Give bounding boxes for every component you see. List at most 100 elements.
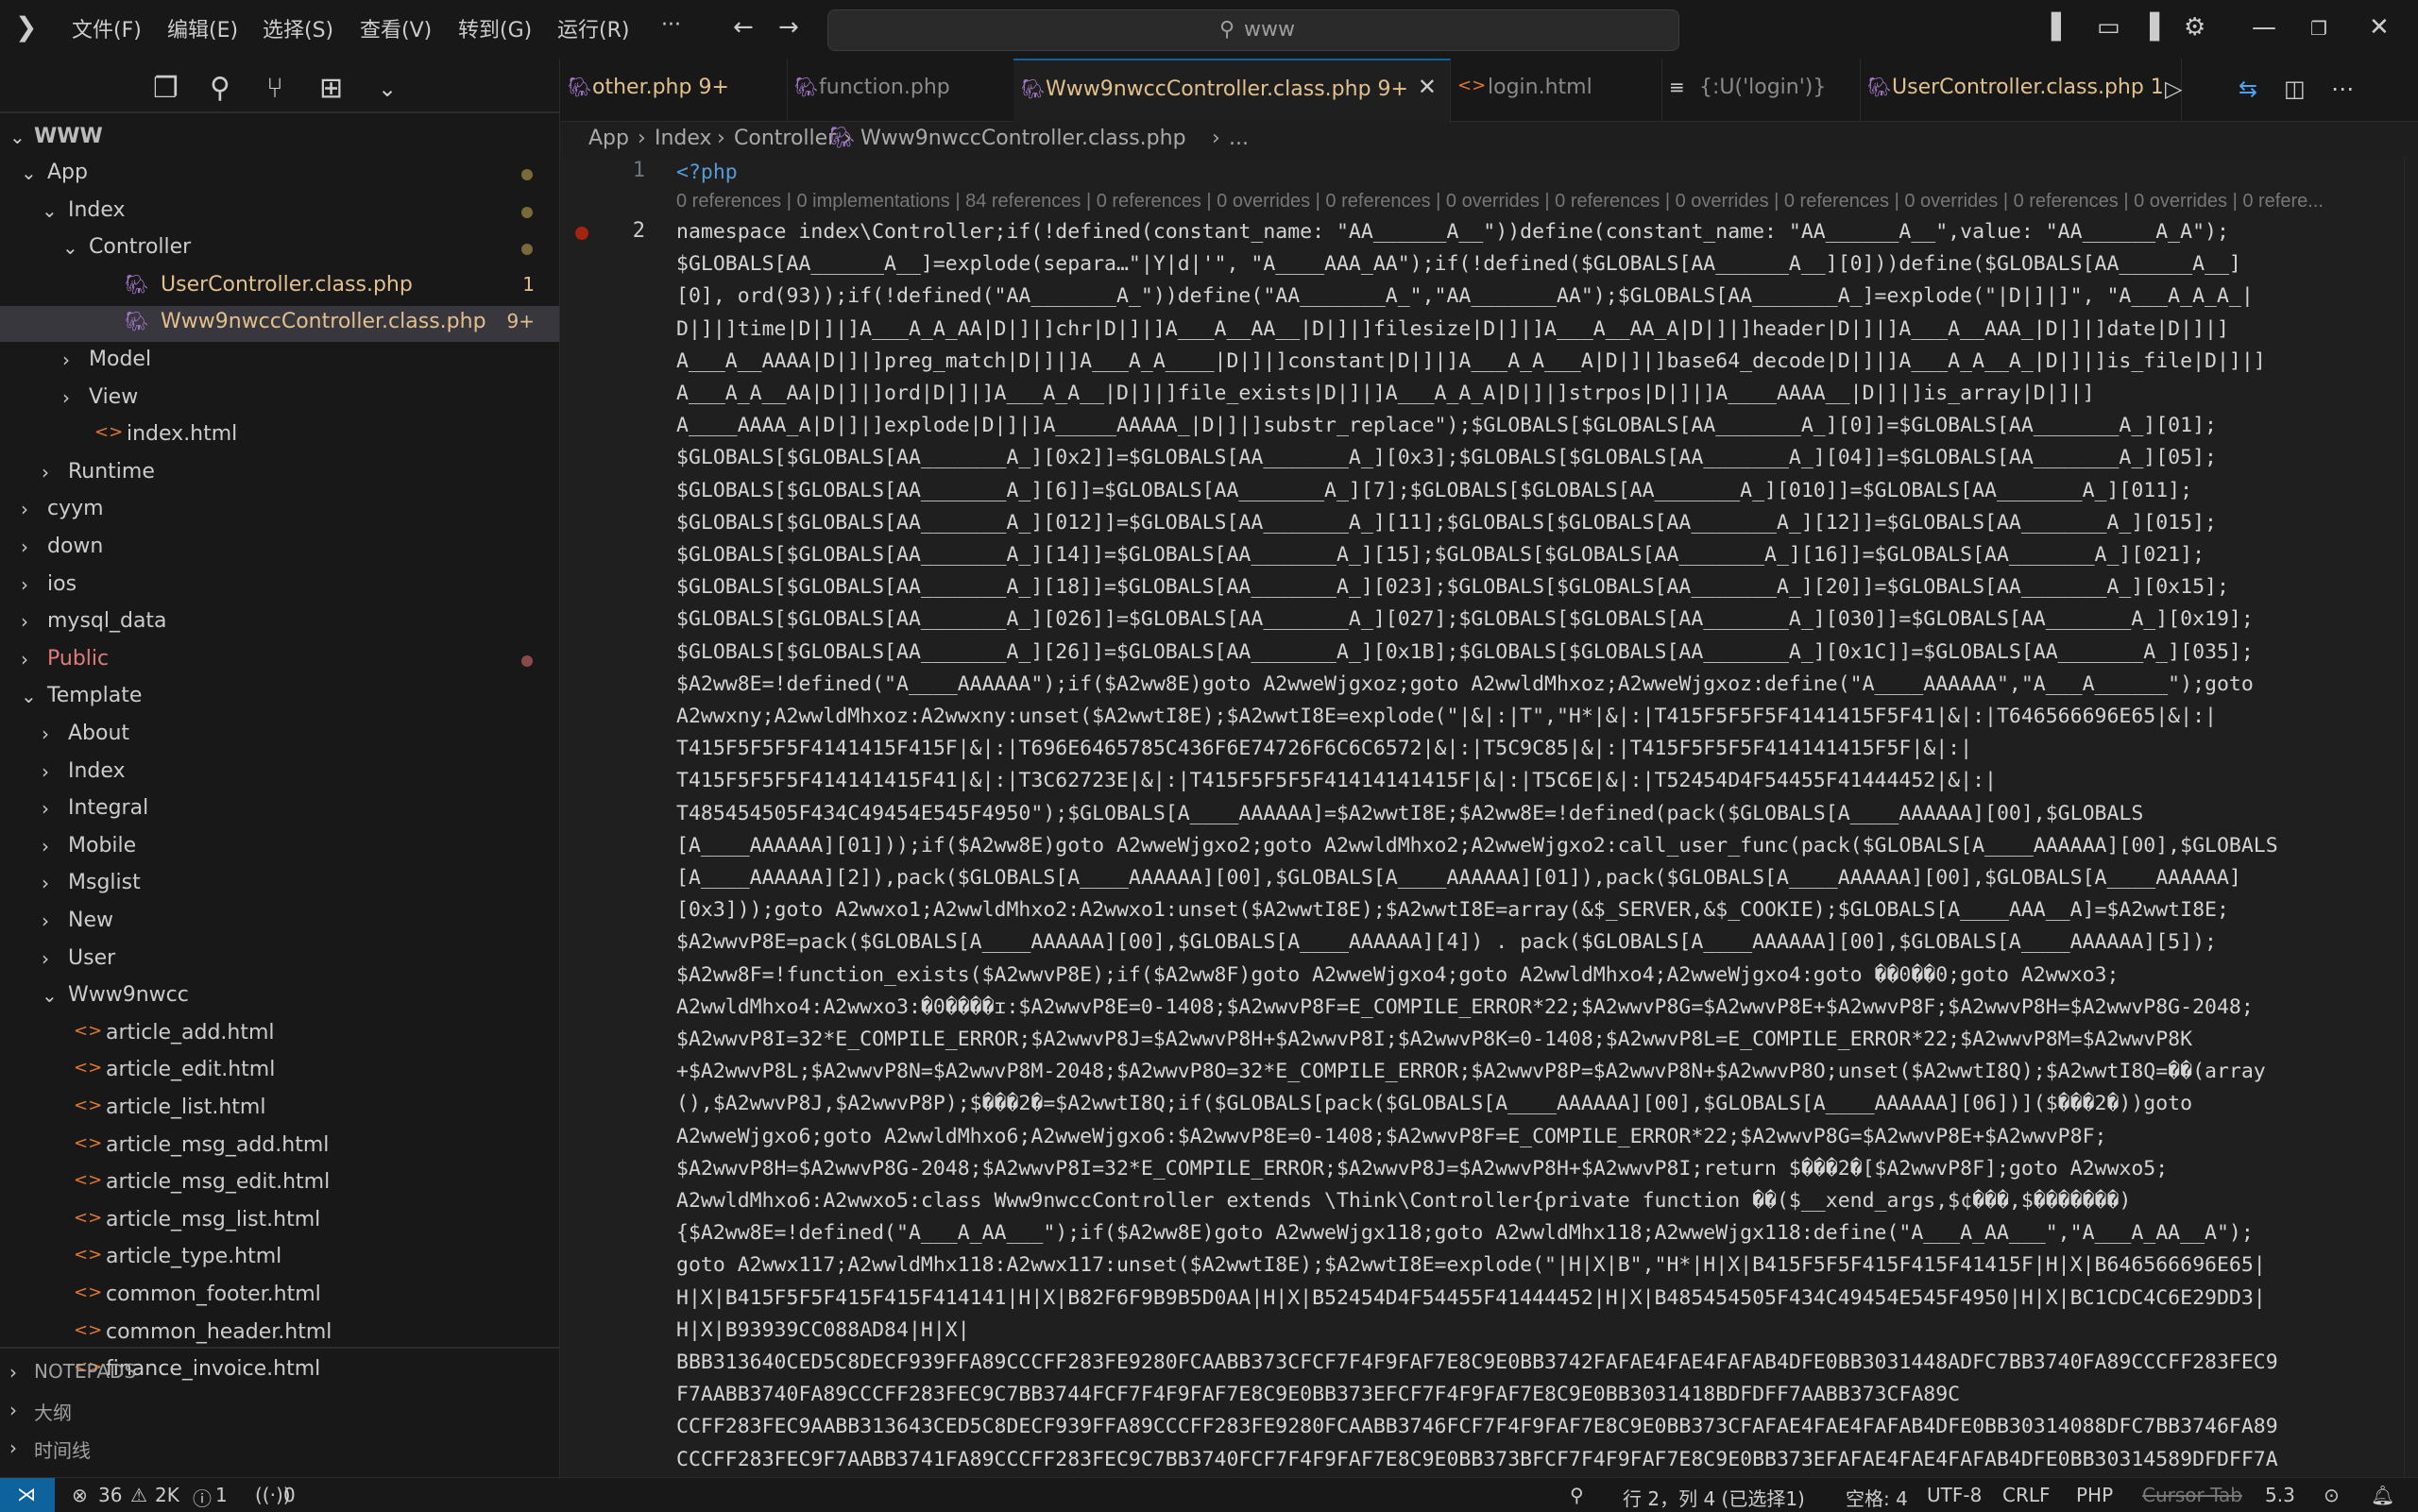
menu-select[interactable]: 选择(S) — [263, 13, 333, 43]
menu-goto[interactable]: 转到(G) — [458, 13, 532, 43]
indentation[interactable]: 空格: 4 — [1846, 1484, 1908, 1511]
cursor-tab[interactable]: Cursor Tab — [2142, 1484, 2242, 1506]
editor-tab[interactable]: 🐘︎ Www9nwccController.class.php 9+ ✕ — [1013, 59, 1451, 123]
zoom-icon[interactable]: ⚲ — [1570, 1484, 1584, 1506]
forward-arrow-icon[interactable]: → — [778, 13, 799, 42]
tree-item[interactable]: ⌄ App — [0, 157, 559, 193]
minimize-icon[interactable]: — — [2252, 13, 2276, 42]
gear-icon[interactable]: ⚙ — [2184, 13, 2205, 42]
split-editor-icon[interactable]: ◫ — [2284, 76, 2306, 102]
editor-tab[interactable]: ≡ {:U('login')} — [1661, 59, 1861, 121]
breadcrumb-item[interactable]: ... — [1229, 127, 1249, 150]
explorer-root[interactable]: ⌄ WWW — [0, 121, 559, 157]
tree-item[interactable]: <> article_list.html — [0, 1092, 559, 1128]
code-line: $GLOBALS[$GLOBALS[AA_______A_][26]]=$GLO… — [676, 639, 2254, 664]
tree-item[interactable]: › New — [0, 905, 559, 941]
line-ending[interactable]: CRLF — [2002, 1484, 2051, 1506]
tree-item[interactable]: ⌄ Controller — [0, 231, 559, 267]
search-view-icon[interactable]: ⚲ — [210, 72, 230, 105]
tree-item[interactable]: › Runtime — [0, 456, 559, 492]
encoding[interactable]: UTF-8 — [1927, 1484, 1982, 1506]
ports-count[interactable]: 0 — [283, 1484, 296, 1506]
warning-count[interactable]: 2K — [155, 1484, 179, 1506]
tree-item[interactable]: › Index — [0, 756, 559, 791]
codelens[interactable]: 0 references | 0 implementations | 84 re… — [676, 191, 2324, 212]
scrollbar[interactable] — [2404, 157, 2418, 1477]
tree-item[interactable]: › mysql_data — [0, 605, 559, 641]
code-line: goto A2wwx117;A2wwldMhx118:A2wwx117:unse… — [676, 1253, 2266, 1278]
toggle-panel-icon[interactable]: ▭ — [2097, 13, 2120, 42]
cursor-position[interactable]: 行 2，列 4 (已选择1) — [1623, 1484, 1805, 1511]
close-icon[interactable]: ✕ — [1418, 74, 1437, 100]
breadcrumb-item[interactable]: Controller — [734, 127, 836, 150]
restore-icon[interactable]: ❐ — [2310, 17, 2327, 40]
error-icon[interactable]: ⊗ — [72, 1484, 88, 1506]
source-control-icon[interactable]: ⑂ — [266, 72, 283, 105]
tree-item[interactable]: 🐘︎ Www9nwccController.class.php 9+ — [0, 306, 559, 343]
editor-tab[interactable]: 🐘︎ other.php 9+ — [560, 59, 788, 121]
more-actions-icon[interactable]: ⋯ — [2331, 76, 2354, 102]
tree-item[interactable]: › cyym — [0, 493, 559, 529]
tree-item[interactable]: <> article_msg_list.html — [0, 1204, 559, 1240]
tree-item[interactable]: ⌄ Index — [0, 195, 559, 230]
tree-item[interactable]: <> index.html — [0, 418, 559, 454]
tree-item[interactable]: › Mobile — [0, 830, 559, 866]
chevron-right-icon: › — [42, 872, 49, 895]
extensions-icon[interactable]: ⊞ — [319, 72, 343, 105]
tree-item[interactable]: › About — [0, 718, 559, 754]
menu-edit[interactable]: 编辑(E) — [167, 13, 238, 43]
tree-item[interactable]: <> article_add.html — [0, 1017, 559, 1053]
html-file-icon: <> — [74, 1096, 103, 1115]
code-line: $A2wwvP8I=32*E_COMPILE_ERROR;$A2wwvP8J=$… — [676, 1028, 2193, 1051]
error-count[interactable]: 36 — [98, 1484, 122, 1506]
command-search-input[interactable]: ⚲ www — [827, 9, 1679, 51]
tree-item[interactable]: ⌄ Www9nwcc — [0, 979, 559, 1015]
tree-item[interactable]: <> article_edit.html — [0, 1054, 559, 1090]
chevron-down-icon[interactable]: ⌄ — [378, 76, 397, 102]
language-mode[interactable]: PHP — [2076, 1484, 2113, 1506]
tree-item[interactable]: › Model — [0, 344, 559, 380]
warning-icon[interactable]: ⚠ — [130, 1484, 147, 1506]
breadcrumb-item[interactable]: Www9nwccController.class.php — [860, 127, 1186, 150]
toggle-sidebar-icon[interactable]: ▌ — [2052, 13, 2070, 42]
editor-tab[interactable]: 🐘︎ function.php — [787, 59, 1014, 121]
menu-more[interactable]: ··· — [661, 13, 681, 37]
editor-tab[interactable]: <> login.html — [1450, 59, 1662, 121]
tree-item[interactable]: <> article_type.html — [0, 1241, 559, 1277]
tree-item[interactable]: › Public — [0, 643, 559, 679]
editor-tab[interactable]: 🐘︎ UserController.class.php 1 — [1860, 59, 2182, 121]
tree-item[interactable]: <> article_msg_edit.html — [0, 1166, 559, 1202]
tree-item[interactable]: ⌄ Template — [0, 680, 559, 716]
tree-item[interactable]: › View — [0, 382, 559, 417]
breadcrumb-item[interactable]: App — [588, 127, 629, 150]
tree-item[interactable]: › User — [0, 943, 559, 978]
panel-outline[interactable]: › 大纲 — [0, 1394, 559, 1430]
bell-icon[interactable]: 🔔︎ — [2371, 1484, 2394, 1506]
tree-item-label: index.html — [127, 422, 238, 447]
run-icon[interactable]: ▷ — [2165, 76, 2182, 102]
compare-icon[interactable]: ⇆ — [2239, 76, 2257, 102]
panel-timeline[interactable]: › 时间线 — [0, 1432, 559, 1468]
panel-notepads[interactable]: › NOTEPADS — [0, 1356, 559, 1392]
tree-item[interactable]: › Msglist — [0, 867, 559, 903]
explorer-icon[interactable]: ❐ — [153, 72, 179, 105]
toggle-secondary-sidebar-icon[interactable]: ▐ — [2140, 13, 2159, 42]
close-window-icon[interactable]: ✕ — [2369, 13, 2390, 42]
remote-indicator[interactable]: ⋊ — [0, 1478, 55, 1512]
tree-item[interactable]: 🐘︎ UserController.class.php 1 — [0, 269, 559, 305]
menu-file[interactable]: 文件(F) — [72, 13, 142, 43]
tree-item[interactable]: › down — [0, 531, 559, 567]
info-icon[interactable]: ⓘ — [193, 1484, 212, 1511]
copilot-icon[interactable]: ⊙ — [2324, 1484, 2340, 1506]
info-count[interactable]: 1 — [215, 1484, 228, 1506]
menu-view[interactable]: 查看(V) — [360, 13, 432, 43]
breadcrumb-item[interactable]: Index — [655, 127, 712, 150]
tree-item[interactable]: <> article_msg_add.html — [0, 1130, 559, 1165]
menu-run[interactable]: 运行(R) — [557, 13, 629, 43]
php-version[interactable]: 5.3 — [2265, 1484, 2295, 1506]
code-editor[interactable]: 1 <?php 0 references | 0 implementations… — [560, 157, 2418, 1477]
tree-item[interactable]: › Integral — [0, 792, 559, 828]
tree-item[interactable]: › ios — [0, 569, 559, 604]
back-arrow-icon[interactable]: ← — [733, 13, 754, 42]
tree-item[interactable]: <> common_footer.html — [0, 1279, 559, 1315]
